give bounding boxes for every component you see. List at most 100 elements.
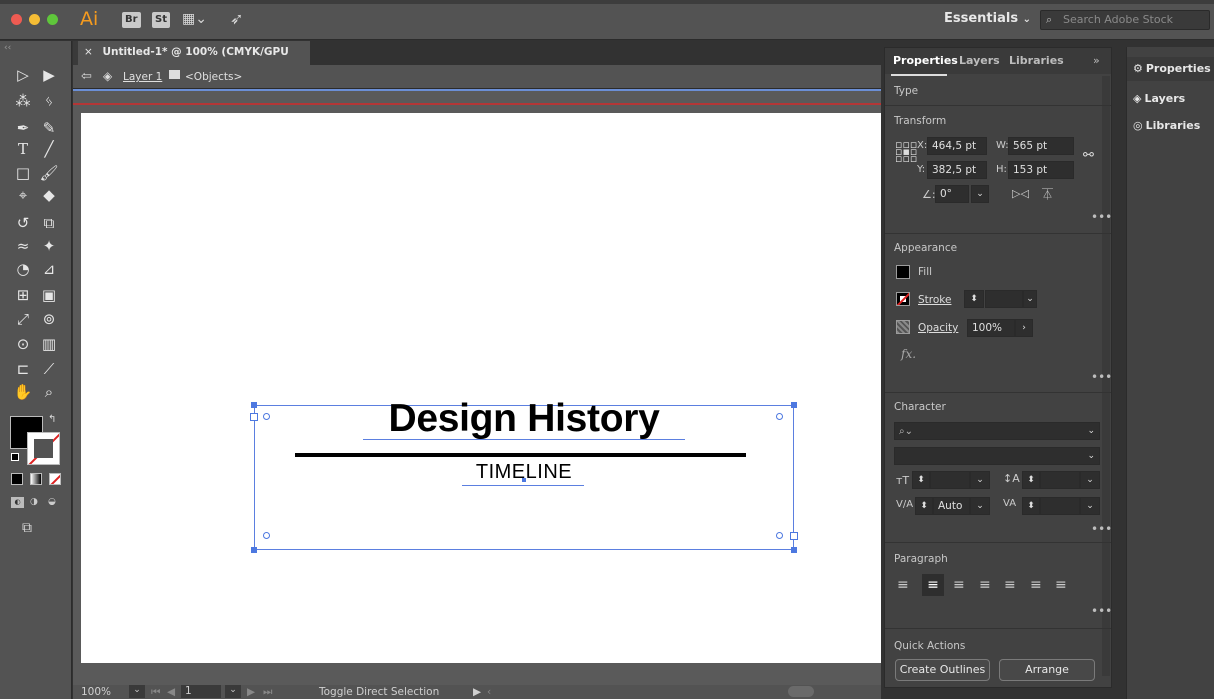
line-tool-icon[interactable]: ╱ [38, 139, 60, 159]
height-field[interactable]: 153 pt [1008, 161, 1074, 179]
stroke-weight-dropdown-icon[interactable]: ⌄ [1023, 290, 1037, 308]
corner-widget-bottom-right[interactable] [776, 532, 783, 539]
lasso-tool-icon[interactable]: ᛃ [38, 91, 60, 111]
panel-expand-icon[interactable]: » [1093, 54, 1100, 67]
mesh-tool-icon[interactable]: ⊞ [12, 285, 34, 305]
eraser-tool-icon[interactable]: ◆ [38, 185, 60, 205]
font-style-field[interactable]: ⌄ [894, 447, 1100, 465]
curvature-tool-icon[interactable]: ✎ [38, 118, 60, 138]
canvas-area[interactable]: Design History TIMELINE [73, 89, 881, 685]
handle-bottom-left[interactable] [251, 547, 257, 553]
create-outlines-button[interactable]: Create Outlines [895, 659, 990, 681]
slice-tool-icon[interactable]: ⟋ [38, 359, 60, 379]
breadcrumb-layer[interactable]: Layer 1 [123, 71, 162, 83]
minimize-window-button[interactable] [29, 14, 40, 25]
selection-tool-icon[interactable]: ▷ [12, 65, 34, 85]
magic-wand-tool-icon[interactable]: ⁂ [12, 91, 34, 111]
close-window-button[interactable] [11, 14, 22, 25]
font-size-field[interactable] [930, 471, 970, 489]
pen-tool-icon[interactable]: ✒ [12, 118, 34, 138]
artwork-title[interactable]: Design History [254, 397, 794, 441]
symbol-sprayer-tool-icon[interactable]: ⊙ [12, 334, 34, 354]
justify-center-icon[interactable]: ≡ [1004, 577, 1016, 593]
font-size-stepper[interactable]: ⬍ [912, 471, 930, 489]
stroke-color-swatch[interactable] [896, 292, 910, 306]
swap-fill-stroke-icon[interactable]: ↰ [48, 414, 56, 425]
flip-vertical-icon[interactable]: ⏄ [1042, 186, 1053, 202]
stock-search-input[interactable]: ⌕ Search Adobe Stock [1040, 10, 1210, 30]
shape-builder-tool-icon[interactable]: ◔ [12, 259, 34, 279]
flip-horizontal-icon[interactable]: ▷◁ [1012, 187, 1029, 200]
more-character-options-icon[interactable]: ••• [1091, 522, 1112, 536]
font-family-dropdown-icon[interactable]: ⌄ [1087, 423, 1095, 439]
type-tool-icon[interactable]: T [12, 139, 34, 159]
next-artboard-icon[interactable]: ▶ [247, 686, 255, 698]
stroke-swatch[interactable] [27, 432, 60, 465]
color-mode-button[interactable] [11, 473, 23, 485]
more-transform-options-icon[interactable]: ••• [1091, 210, 1112, 224]
x-position-field[interactable]: 464,5 pt [927, 137, 987, 155]
status-menu-icon[interactable]: ▶ [473, 686, 481, 698]
scroll-left-icon[interactable]: ‹ [487, 686, 491, 698]
zoom-tool-icon[interactable]: ⌕ [38, 382, 60, 402]
justify-all-icon[interactable]: ≡ [1055, 577, 1067, 593]
horizontal-scrollbar-thumb[interactable] [788, 686, 814, 697]
blend-tool-icon[interactable]: ⊚ [38, 309, 60, 329]
stroke-weight-field[interactable] [985, 290, 1023, 308]
draw-normal-icon[interactable]: ◐ [11, 497, 24, 508]
reference-point-icon[interactable]: ▫▫▫ ▫▪▫ ▫▫▫ [895, 139, 917, 164]
constrain-proportions-icon[interactable]: ⚯ [1083, 148, 1094, 163]
handle-bottom-right[interactable] [791, 547, 797, 553]
previous-artboard-icon[interactable]: ◀ [167, 686, 175, 698]
perspective-grid-tool-icon[interactable]: ⊿ [38, 259, 60, 279]
tracking-dropdown-icon[interactable]: ⌄ [1080, 497, 1100, 515]
arrange-button[interactable]: Arrange [999, 659, 1095, 681]
document-tab[interactable]: × Untitled-1* @ 100% (CMYK/GPU Preview) [78, 41, 310, 80]
draw-behind-icon[interactable]: ◑ [30, 497, 38, 507]
fx-effects-button[interactable]: fx. [901, 347, 916, 361]
bridge-button[interactable]: Br [122, 12, 141, 28]
stock-button[interactable]: St [152, 12, 170, 28]
kerning-field[interactable]: Auto [933, 497, 970, 515]
artwork-divider-line[interactable] [295, 453, 746, 457]
collapse-toolbar-icon[interactable]: ‹‹ [4, 43, 11, 53]
more-appearance-options-icon[interactable]: ••• [1091, 370, 1112, 384]
tab-properties[interactable]: Properties [893, 54, 958, 67]
more-paragraph-options-icon[interactable]: ••• [1091, 604, 1112, 618]
kerning-stepper[interactable]: ⬍ [915, 497, 933, 515]
leading-stepper[interactable]: ⬍ [1022, 471, 1040, 489]
screen-mode-icon[interactable]: ⧉ [22, 520, 32, 536]
close-document-icon[interactable]: × [84, 46, 93, 58]
zoom-dropdown-icon[interactable]: ⌄ [129, 685, 145, 698]
width-field[interactable]: 565 pt [1008, 137, 1074, 155]
zoom-level[interactable]: 100% [81, 686, 111, 698]
workspace-switcher[interactable]: Essentials ⌄ [944, 11, 1031, 26]
default-fill-stroke-icon[interactable] [11, 453, 19, 461]
dock-item-libraries[interactable]: ◎ Libraries [1133, 119, 1200, 132]
last-artboard-icon[interactable]: ⏭ [263, 686, 272, 699]
gradient-mode-button[interactable] [30, 473, 42, 485]
column-graph-tool-icon[interactable]: ▥ [38, 334, 60, 354]
dock-item-layers[interactable]: ◈ Layers [1133, 92, 1185, 105]
kerning-dropdown-icon[interactable]: ⌄ [970, 497, 990, 515]
fill-color-swatch[interactable] [896, 265, 910, 279]
artboard-dropdown-icon[interactable]: ⌄ [225, 685, 241, 698]
font-family-field[interactable]: ⌕⌄ ⌄ [894, 422, 1100, 440]
artboard[interactable]: Design History TIMELINE [81, 113, 881, 663]
width-tool-icon[interactable]: ≈ [12, 236, 34, 256]
leading-dropdown-icon[interactable]: ⌄ [1080, 471, 1100, 489]
artboard-tool-icon[interactable]: ⊏ [12, 359, 34, 379]
gradient-tool-icon[interactable]: ▣ [38, 285, 60, 305]
align-center-icon[interactable]: ≡ [922, 574, 944, 596]
dock-item-properties[interactable]: ⚙ Properties [1133, 62, 1211, 75]
align-right-icon[interactable]: ≡ [953, 577, 965, 593]
tab-layers[interactable]: Layers [959, 54, 1000, 67]
draw-inside-icon[interactable]: ◒ [48, 497, 56, 507]
justify-left-icon[interactable]: ≡ [979, 577, 991, 593]
opacity-label[interactable]: Opacity [918, 322, 958, 334]
align-left-icon[interactable]: ≡ [897, 577, 909, 593]
rotate-angle-field[interactable]: 0° [935, 185, 969, 203]
back-arrow-icon[interactable]: ⇦ [81, 69, 92, 84]
first-artboard-icon[interactable]: ⏮ [151, 686, 160, 699]
opacity-field[interactable]: 100% [967, 319, 1015, 337]
